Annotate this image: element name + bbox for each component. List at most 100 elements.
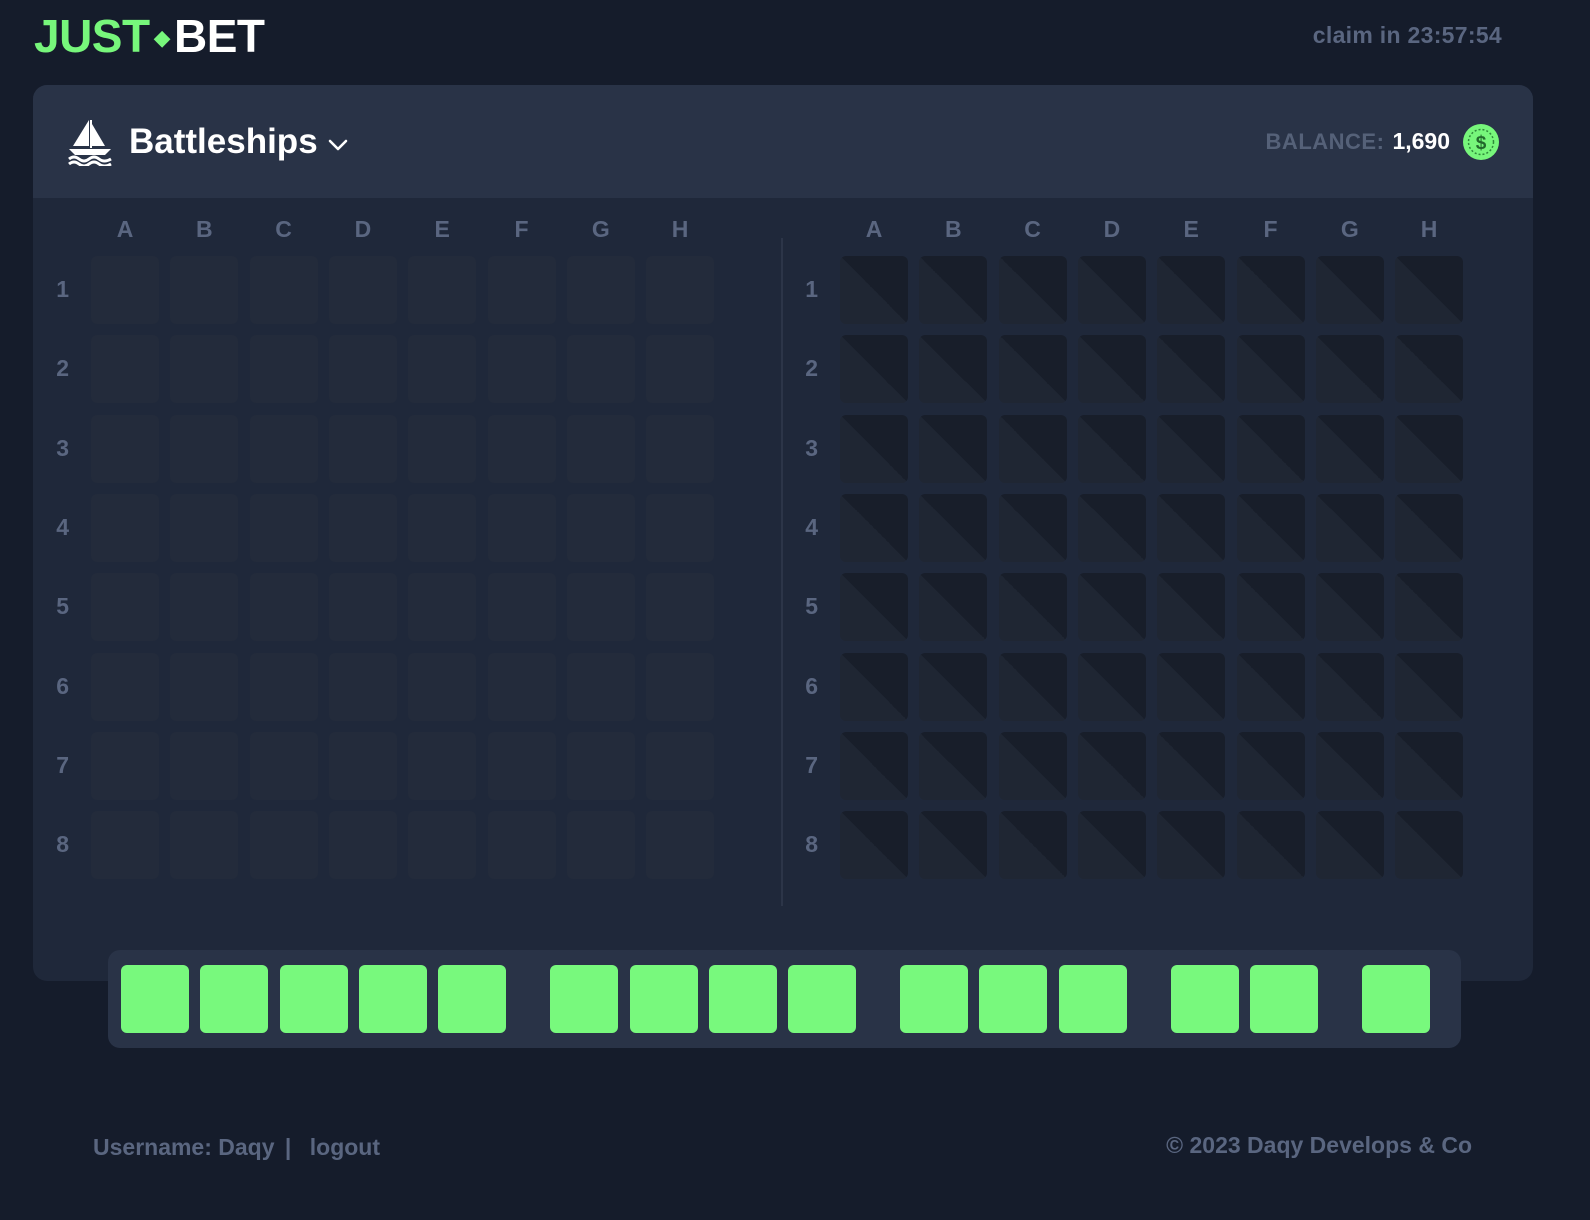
player-cell-B7[interactable]	[170, 731, 239, 800]
enemy-cell-C5[interactable]	[998, 573, 1067, 642]
player-cell-B1[interactable]	[170, 256, 239, 324]
player-cell-E1[interactable]	[408, 256, 477, 324]
enemy-cell-G5[interactable]	[1315, 573, 1384, 642]
player-cell-B3[interactable]	[170, 414, 239, 483]
enemy-cell-D6[interactable]	[1077, 652, 1146, 721]
enemy-cell-D8[interactable]	[1077, 811, 1146, 880]
enemy-cell-B8[interactable]	[919, 811, 988, 880]
claim-countdown[interactable]: claim in 23:57:54	[1313, 22, 1502, 49]
ship-2-segment[interactable]	[788, 965, 857, 1033]
ship-5-segment[interactable]	[1362, 965, 1430, 1033]
enemy-cell-A5[interactable]	[840, 573, 908, 642]
enemy-cell-H6[interactable]	[1395, 652, 1464, 721]
enemy-cell-G6[interactable]	[1315, 652, 1384, 721]
enemy-cell-B1[interactable]	[919, 256, 988, 324]
enemy-cell-C1[interactable]	[998, 256, 1067, 324]
enemy-cell-D2[interactable]	[1077, 335, 1146, 404]
player-cell-E5[interactable]	[408, 573, 477, 642]
enemy-cell-C2[interactable]	[998, 335, 1067, 404]
enemy-cell-B7[interactable]	[919, 731, 988, 800]
enemy-cell-G4[interactable]	[1315, 493, 1384, 562]
player-cell-D3[interactable]	[328, 414, 397, 483]
enemy-cell-B5[interactable]	[919, 573, 988, 642]
player-cell-H7[interactable]	[646, 731, 715, 800]
enemy-cell-C4[interactable]	[998, 493, 1067, 562]
enemy-cell-H5[interactable]	[1395, 573, 1464, 642]
enemy-cell-C3[interactable]	[998, 414, 1067, 483]
player-cell-E3[interactable]	[408, 414, 477, 483]
enemy-cell-F7[interactable]	[1236, 731, 1305, 800]
enemy-cell-B2[interactable]	[919, 335, 988, 404]
enemy-cell-F3[interactable]	[1236, 414, 1305, 483]
enemy-cell-F2[interactable]	[1236, 335, 1305, 404]
player-cell-F2[interactable]	[487, 335, 556, 404]
enemy-cell-C8[interactable]	[998, 811, 1067, 880]
enemy-cell-F8[interactable]	[1236, 811, 1305, 880]
player-cell-H3[interactable]	[646, 414, 715, 483]
enemy-cell-E8[interactable]	[1157, 811, 1226, 880]
game-selector[interactable]: Battleships	[67, 118, 348, 166]
player-cell-A5[interactable]	[91, 573, 159, 642]
player-cell-F3[interactable]	[487, 414, 556, 483]
player-cell-D8[interactable]	[328, 811, 397, 880]
player-cell-G5[interactable]	[566, 573, 635, 642]
player-cell-B5[interactable]	[170, 573, 239, 642]
enemy-cell-A2[interactable]	[840, 335, 908, 404]
enemy-cell-A3[interactable]	[840, 414, 908, 483]
player-cell-H8[interactable]	[646, 811, 715, 880]
player-cell-D7[interactable]	[328, 731, 397, 800]
enemy-cell-G8[interactable]	[1315, 811, 1384, 880]
enemy-cell-H8[interactable]	[1395, 811, 1464, 880]
enemy-cell-B4[interactable]	[919, 493, 988, 562]
player-cell-A6[interactable]	[91, 652, 159, 721]
ship-1-segment[interactable]	[200, 965, 269, 1033]
enemy-cell-D4[interactable]	[1077, 493, 1146, 562]
player-cell-G6[interactable]	[566, 652, 635, 721]
player-cell-B8[interactable]	[170, 811, 239, 880]
enemy-cell-E4[interactable]	[1157, 493, 1226, 562]
player-cell-D6[interactable]	[328, 652, 397, 721]
ship-1-segment[interactable]	[438, 965, 507, 1033]
ship-4-segment[interactable]	[1250, 965, 1318, 1033]
player-cell-G4[interactable]	[566, 493, 635, 562]
player-cell-G8[interactable]	[566, 811, 635, 880]
player-cell-D5[interactable]	[328, 573, 397, 642]
player-cell-C3[interactable]	[249, 414, 318, 483]
player-cell-F1[interactable]	[487, 256, 556, 324]
logo[interactable]: JUST ◆ BET	[34, 10, 265, 62]
player-cell-F8[interactable]	[487, 811, 556, 880]
player-cell-H6[interactable]	[646, 652, 715, 721]
ship-3-segment[interactable]	[979, 965, 1048, 1033]
player-cell-A2[interactable]	[91, 335, 159, 404]
enemy-cell-A8[interactable]	[840, 811, 908, 880]
player-cell-G2[interactable]	[566, 335, 635, 404]
enemy-cell-G2[interactable]	[1315, 335, 1384, 404]
enemy-cell-D1[interactable]	[1077, 256, 1146, 324]
enemy-cell-G1[interactable]	[1315, 256, 1384, 324]
ship-1-segment[interactable]	[279, 965, 348, 1033]
ship-2-segment[interactable]	[708, 965, 777, 1033]
player-cell-E2[interactable]	[408, 335, 477, 404]
player-cell-B4[interactable]	[170, 493, 239, 562]
enemy-cell-E7[interactable]	[1157, 731, 1226, 800]
enemy-cell-H1[interactable]	[1395, 256, 1464, 324]
player-cell-G3[interactable]	[566, 414, 635, 483]
enemy-cell-H3[interactable]	[1395, 414, 1464, 483]
player-cell-A7[interactable]	[91, 731, 159, 800]
player-cell-D4[interactable]	[328, 493, 397, 562]
enemy-cell-B3[interactable]	[919, 414, 988, 483]
logout-link[interactable]: logout	[310, 1134, 380, 1160]
player-cell-C5[interactable]	[249, 573, 318, 642]
player-cell-D2[interactable]	[328, 335, 397, 404]
player-cell-F5[interactable]	[487, 573, 556, 642]
player-cell-H1[interactable]	[646, 256, 715, 324]
player-cell-H4[interactable]	[646, 493, 715, 562]
player-cell-G1[interactable]	[566, 256, 635, 324]
ship-2-segment[interactable]	[629, 965, 698, 1033]
enemy-cell-D5[interactable]	[1077, 573, 1146, 642]
player-cell-A4[interactable]	[91, 493, 159, 562]
player-cell-E4[interactable]	[408, 493, 477, 562]
player-cell-C7[interactable]	[249, 731, 318, 800]
player-cell-F7[interactable]	[487, 731, 556, 800]
player-cell-G7[interactable]	[566, 731, 635, 800]
